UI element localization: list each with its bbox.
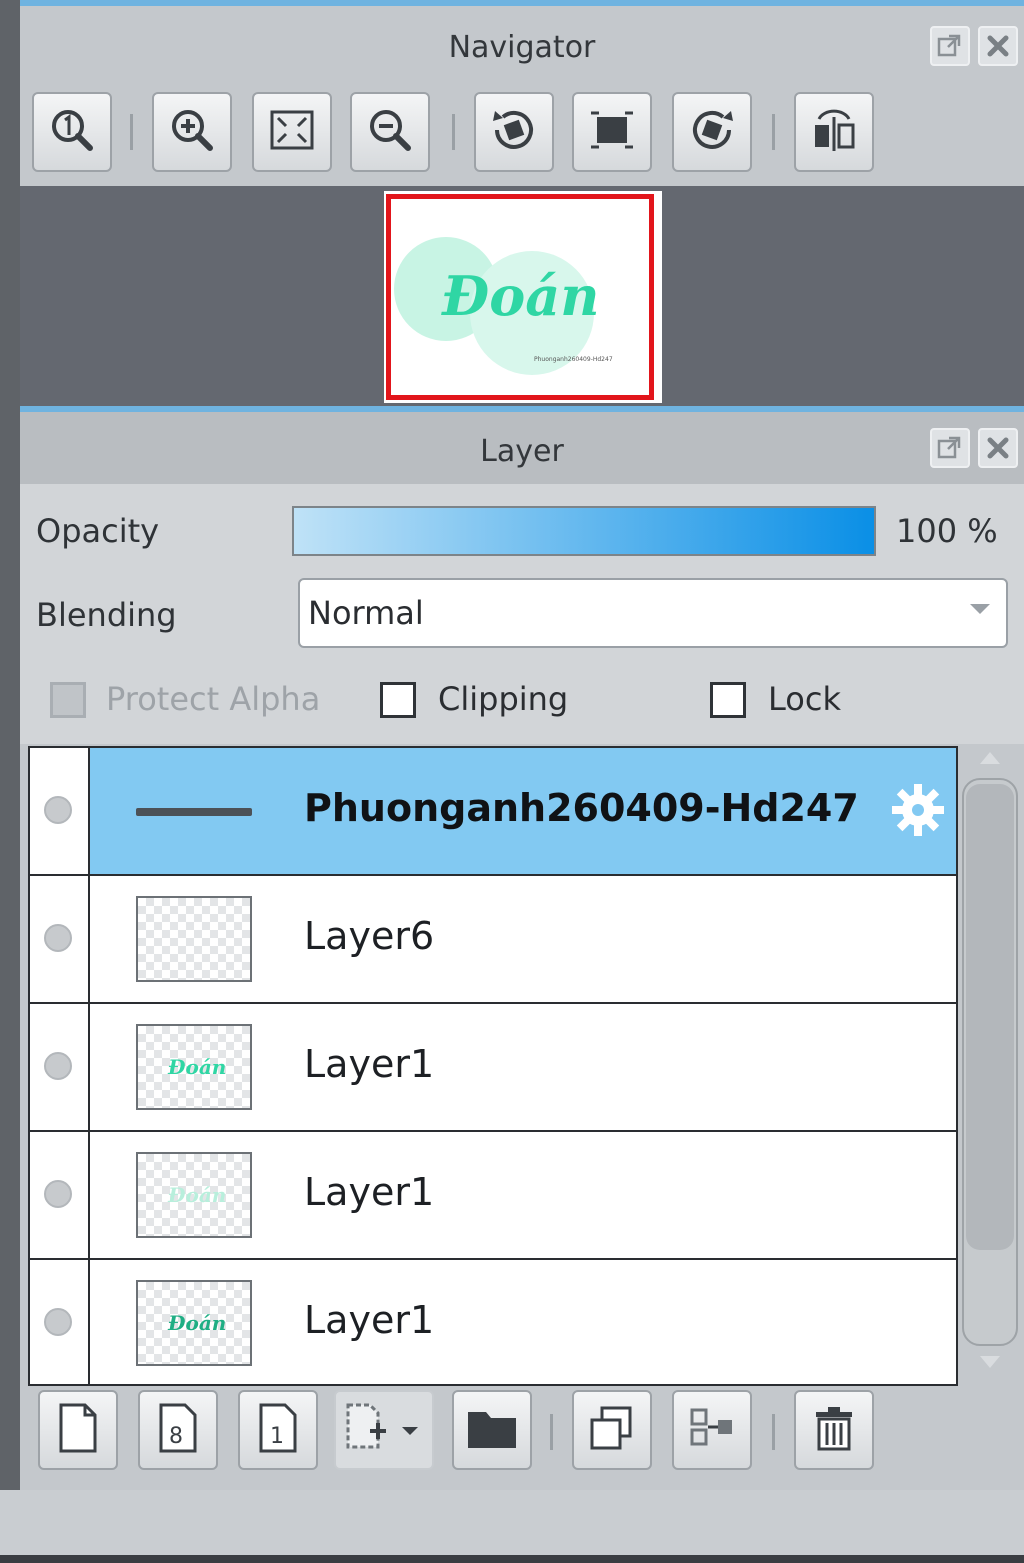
toolbar-separator <box>772 114 775 150</box>
zoom-in-icon <box>166 104 218 160</box>
chevron-down-icon <box>970 604 990 614</box>
clipping-label: Clipping <box>438 680 569 718</box>
zoom-actual-button[interactable] <box>32 92 112 172</box>
reset-rotation-icon <box>585 103 639 161</box>
thumbnail-logo-text: Đoán <box>167 1311 226 1335</box>
blending-select[interactable]: Normal <box>298 578 1008 648</box>
layer-thumbnail <box>136 808 252 816</box>
new-layer-button[interactable] <box>38 1390 118 1470</box>
layer-name: Layer1 <box>304 1298 435 1342</box>
merge-layer-icon <box>686 1402 738 1458</box>
svg-text:8: 8 <box>169 1424 183 1449</box>
new-1bit-layer-icon: 1 <box>253 1401 303 1459</box>
flip-horizontal-button[interactable] <box>794 92 874 172</box>
layer-thumbnail: Đoán <box>136 1280 252 1366</box>
close-icon[interactable] <box>978 428 1018 468</box>
navigator-canvas[interactable]: Đoán Phuonganh260409-Hd247 <box>20 186 1024 410</box>
thumbnail-logo-text: Đoán <box>167 1055 226 1079</box>
visibility-column <box>30 1004 90 1130</box>
visibility-column <box>30 748 90 874</box>
delete-layer-button[interactable] <box>794 1390 874 1470</box>
window-bottom-edge <box>0 1555 1024 1563</box>
new-8bit-layer-button[interactable]: 8 <box>138 1390 218 1470</box>
visibility-toggle-icon[interactable] <box>44 924 72 952</box>
layer-row[interactable]: Đoán Layer1 <box>30 1132 956 1260</box>
layer-thumbnail: Đoán <box>136 1024 252 1110</box>
merge-layer-button[interactable] <box>672 1390 752 1470</box>
layer-name: Layer1 <box>304 1042 435 1086</box>
svg-text:1: 1 <box>270 1424 284 1449</box>
fit-screen-button[interactable] <box>252 92 332 172</box>
navigator-title: Navigator <box>448 30 596 65</box>
visibility-column <box>30 1260 90 1384</box>
layer-list: Phuonganh260409-Hd247 Layer6 Đoán Layer1… <box>28 746 958 1386</box>
visibility-toggle-icon[interactable] <box>44 1180 72 1208</box>
layer-row-selected[interactable]: Phuonganh260409-Hd247 <box>30 748 956 876</box>
layer-thumbnail <box>136 896 252 982</box>
viewport-frame[interactable] <box>386 194 654 400</box>
zoom-out-button[interactable] <box>350 92 430 172</box>
layer-title: Layer <box>480 434 564 469</box>
protect-alpha-label: Protect Alpha <box>106 680 321 718</box>
duplicate-layer-button[interactable] <box>572 1390 652 1470</box>
thumbnail-logo-text: Đoán <box>167 1183 226 1207</box>
layer-panel: Layer Opacity 100 % Blending Normal Prot… <box>20 406 1024 1490</box>
toolbar-separator <box>130 114 133 150</box>
blending-label: Blending <box>36 596 177 634</box>
opacity-label: Opacity <box>36 512 160 550</box>
add-layer-dropdown-icon <box>342 1401 426 1459</box>
new-folder-button[interactable] <box>452 1390 532 1470</box>
layer-name: Phuonganh260409-Hd247 <box>304 786 859 830</box>
scrollbar-thumb[interactable] <box>966 784 1014 1250</box>
popout-icon[interactable] <box>930 26 970 66</box>
new-1bit-layer-button[interactable]: 1 <box>238 1390 318 1470</box>
layer-row[interactable]: Đoán Layer1 <box>30 1260 956 1384</box>
delete-layer-icon <box>808 1402 860 1458</box>
layer-row[interactable]: Layer6 <box>30 876 956 1004</box>
left-edge <box>0 0 20 1490</box>
toolbar-separator <box>452 114 455 150</box>
visibility-toggle-icon[interactable] <box>44 796 72 824</box>
reset-rotation-button[interactable] <box>572 92 652 172</box>
layer-row[interactable]: Đoán Layer1 <box>30 1004 956 1132</box>
duplicate-layer-icon <box>586 1402 638 1458</box>
blending-value: Normal <box>308 594 424 632</box>
rotate-left-button[interactable] <box>474 92 554 172</box>
layer-name: Layer1 <box>304 1170 435 1214</box>
visibility-toggle-icon[interactable] <box>44 1308 72 1336</box>
rotate-right-icon <box>685 103 739 161</box>
rotate-left-icon <box>487 103 541 161</box>
lock-checkbox[interactable] <box>710 682 746 718</box>
opacity-value: 100 % <box>896 512 998 550</box>
gear-icon[interactable] <box>888 780 948 844</box>
scroll-up-arrow[interactable] <box>980 752 1000 764</box>
clipping-checkbox[interactable] <box>380 682 416 718</box>
opacity-slider[interactable] <box>292 506 876 556</box>
layer-thumbnail: Đoán <box>136 1152 252 1238</box>
protect-alpha-checkbox[interactable] <box>50 682 86 718</box>
rotate-right-button[interactable] <box>672 92 752 172</box>
folder-icon <box>464 1404 520 1456</box>
toolbar-separator <box>772 1414 775 1450</box>
fit-screen-icon <box>266 104 318 160</box>
layer-header: Layer <box>20 412 1024 484</box>
new-layer-icon <box>53 1401 103 1459</box>
zoom-in-button[interactable] <box>152 92 232 172</box>
flip-horizontal-icon <box>807 103 861 161</box>
close-icon[interactable] <box>978 26 1018 66</box>
popout-icon[interactable] <box>930 428 970 468</box>
layer-name: Layer6 <box>304 914 435 958</box>
new-8bit-layer-icon: 8 <box>153 1401 203 1459</box>
lock-label: Lock <box>768 680 841 718</box>
visibility-column <box>30 1132 90 1258</box>
add-layer-dropdown-button[interactable] <box>334 1390 434 1470</box>
toolbar-separator <box>550 1414 553 1450</box>
visibility-column <box>30 876 90 1002</box>
navigator-panel: Navigator Đoán Phuonganh260409-Hd247 <box>20 0 1024 410</box>
visibility-toggle-icon[interactable] <box>44 1052 72 1080</box>
zoom-actual-icon <box>46 104 98 160</box>
scroll-down-arrow[interactable] <box>980 1356 1000 1368</box>
zoom-out-icon <box>364 104 416 160</box>
